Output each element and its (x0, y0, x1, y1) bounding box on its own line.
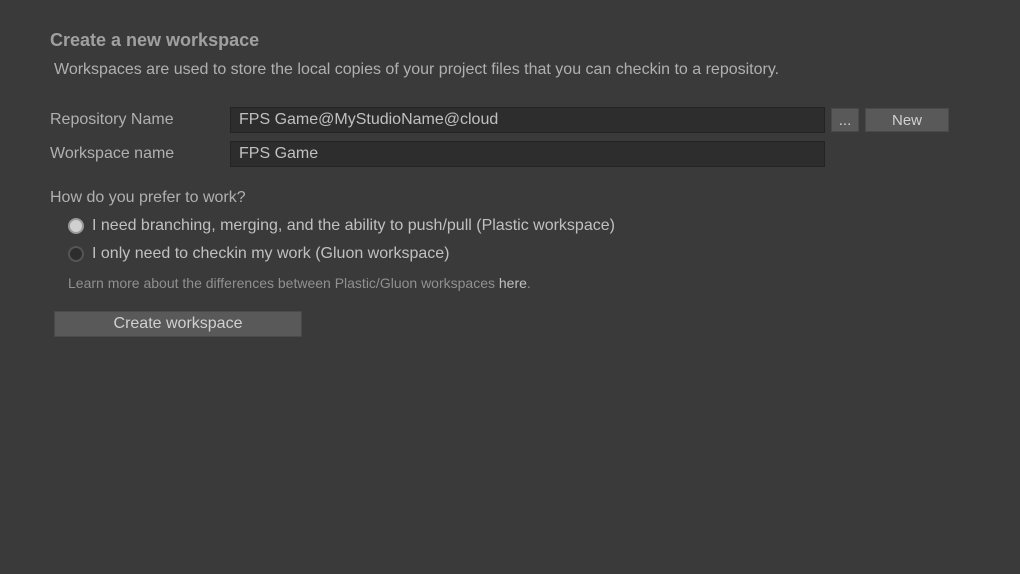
repository-input[interactable] (230, 107, 825, 133)
work-mode-question: How do you prefer to work? (50, 189, 970, 207)
workspace-label: Workspace name (50, 145, 230, 163)
create-workspace-button[interactable]: Create workspace (54, 311, 302, 337)
page-title: Create a new workspace (50, 30, 970, 51)
page-description: Workspaces are used to store the local c… (54, 61, 970, 79)
learn-more-suffix: . (527, 275, 531, 291)
workspace-input[interactable] (230, 141, 825, 167)
radio-plastic-label: I need branching, merging, and the abili… (92, 217, 615, 235)
workspace-row: Workspace name (50, 141, 970, 167)
radio-unselected-icon (68, 246, 84, 262)
learn-more-prefix: Learn more about the differences between… (68, 275, 499, 291)
browse-button[interactable]: ... (831, 108, 859, 132)
repository-row: Repository Name ... New (50, 107, 970, 133)
radio-option-gluon[interactable]: I only need to checkin my work (Gluon wo… (68, 245, 970, 263)
learn-more-link[interactable]: here (499, 275, 527, 291)
radio-gluon-label: I only need to checkin my work (Gluon wo… (92, 245, 449, 263)
radio-selected-icon (68, 218, 84, 234)
radio-option-plastic[interactable]: I need branching, merging, and the abili… (68, 217, 970, 235)
learn-more-text: Learn more about the differences between… (68, 275, 970, 291)
repository-label: Repository Name (50, 111, 230, 129)
new-button[interactable]: New (865, 108, 949, 132)
